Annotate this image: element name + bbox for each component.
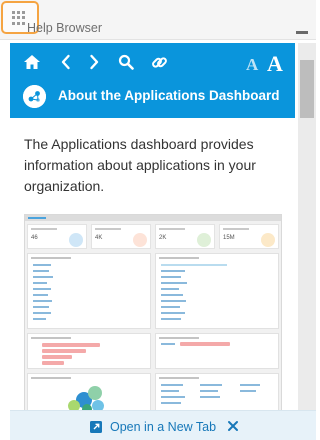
help-toolbar: A A About the Applications Dashboard	[10, 43, 295, 118]
screenshot-bubble-card	[27, 373, 151, 410]
screenshot-list-card	[155, 373, 279, 410]
external-link-icon	[90, 421, 102, 433]
panel-header: Help Browser	[0, 0, 316, 40]
screenshot-bar-card	[27, 333, 151, 369]
screenshot-list-card	[155, 253, 279, 329]
intro-paragraph: The Applications dashboard provides info…	[24, 136, 256, 194]
screenshot-list-card	[27, 253, 151, 329]
close-icon	[228, 421, 238, 431]
close-button[interactable]	[226, 419, 240, 433]
home-button[interactable]	[21, 51, 43, 73]
forward-icon	[90, 54, 99, 70]
panel-title: Help Browser	[27, 21, 103, 35]
screenshot-kpi-card: 4K	[91, 224, 151, 249]
screenshot-kpi-card: 2K	[155, 224, 215, 249]
minimize-icon	[296, 31, 308, 34]
home-icon	[24, 55, 40, 69]
screenshot-bar-card	[155, 333, 279, 369]
open-in-new-tab-link[interactable]: Open in a New Tab	[90, 419, 216, 435]
forward-button[interactable]	[83, 51, 105, 73]
search-icon	[118, 54, 134, 70]
screenshot-kpi-card: 15M	[219, 224, 279, 249]
minimize-button[interactable]	[296, 24, 308, 34]
help-content: The Applications dashboard provides info…	[10, 118, 295, 410]
decrease-font-button[interactable]: A	[246, 55, 258, 75]
dashboard-icon	[23, 85, 46, 108]
screenshot-topbar	[25, 215, 281, 221]
open-in-new-tab-label: Open in a New Tab	[110, 420, 217, 434]
back-button[interactable]	[55, 51, 77, 73]
screenshot-kpi-card: 46	[27, 224, 87, 249]
back-icon	[61, 54, 70, 70]
topic-title: About the Applications Dashboard	[58, 88, 280, 103]
increase-font-button[interactable]: A	[267, 51, 283, 77]
search-button[interactable]	[115, 51, 137, 73]
copy-link-button[interactable]	[148, 51, 170, 73]
help-footer: Open in a New Tab	[10, 410, 316, 440]
link-icon	[151, 56, 167, 68]
drag-grip-icon	[12, 11, 26, 25]
scrollbar-thumb[interactable]	[300, 60, 314, 118]
dashboard-screenshot: 46 4K 2K 15M	[24, 214, 282, 410]
